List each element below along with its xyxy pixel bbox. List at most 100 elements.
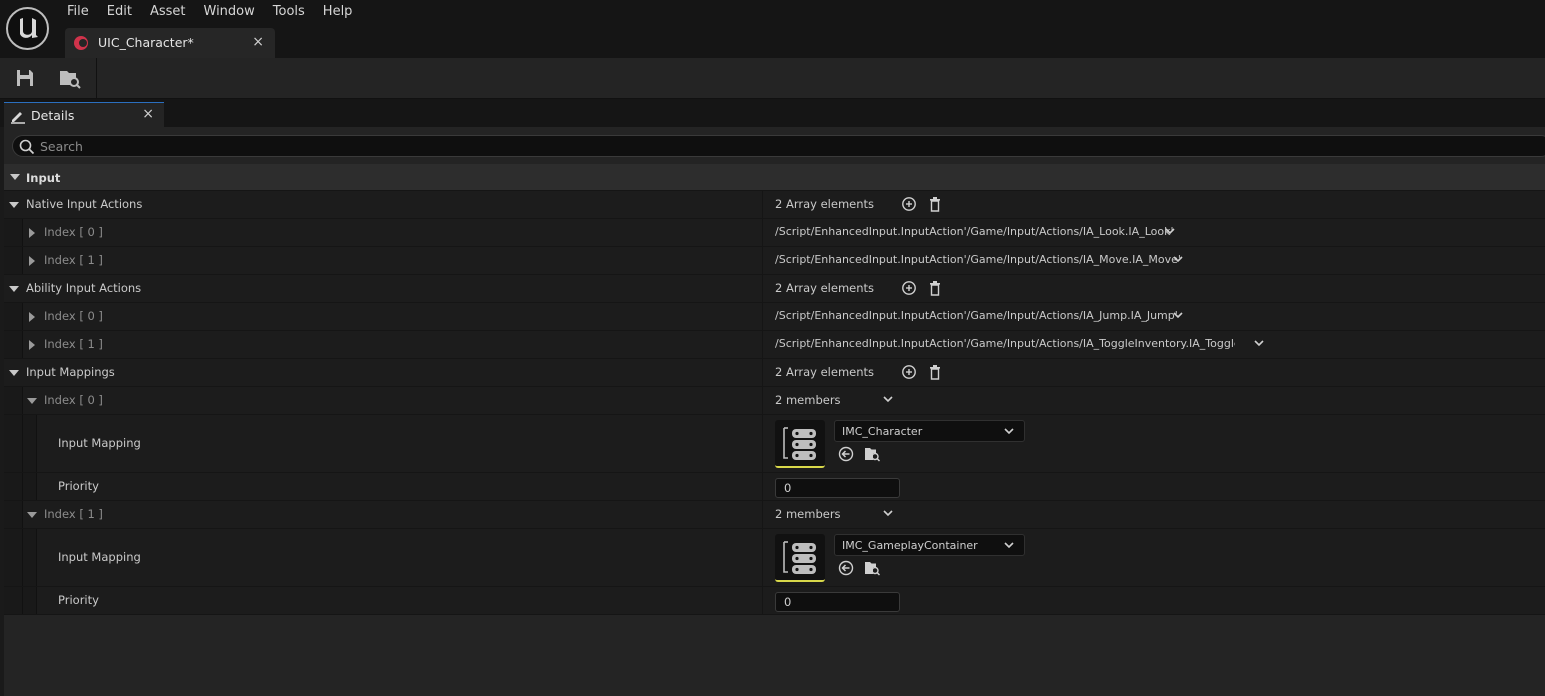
property-label: Priority <box>58 479 99 493</box>
browse-to-asset-icon[interactable] <box>864 560 880 576</box>
struct-members-count: 2 members <box>775 393 841 407</box>
expand-arrow-icon[interactable] <box>27 398 37 404</box>
property-list: Input Native Input Actions 2 Array eleme… <box>4 164 1545 615</box>
details-tab-bar: Details × <box>0 99 1545 127</box>
priority-row: Priority 0 <box>4 587 1545 615</box>
close-icon[interactable]: × <box>142 106 154 122</box>
browse-to-asset-icon[interactable] <box>864 446 880 462</box>
category-label: Input <box>26 171 61 185</box>
unreal-logo-icon[interactable] <box>6 7 49 50</box>
use-selected-icon[interactable] <box>838 446 854 462</box>
category-input[interactable]: Input <box>4 164 1545 191</box>
menu-edit[interactable]: Edit <box>98 0 141 24</box>
chevron-down-icon[interactable] <box>1254 339 1264 347</box>
property-input-mappings: Input Mappings 2 Array elements <box>4 359 1545 387</box>
delete-all-icon[interactable] <box>927 196 943 212</box>
input-action-path: /Script/EnhancedInput.InputAction'/Game/… <box>775 309 1178 322</box>
property-native-input-actions: Native Input Actions 2 Array elements <box>4 191 1545 219</box>
array-index-label: Index [ 0 ] <box>44 393 103 407</box>
input-action-path: /Script/EnhancedInput.InputAction'/Game/… <box>775 337 1235 350</box>
pencil-icon <box>11 112 25 124</box>
property-label: Input Mapping <box>58 550 141 564</box>
delete-all-icon[interactable] <box>927 364 943 380</box>
input-mapping-context-icon <box>783 427 816 460</box>
array-index-label: Index [ 0 ] <box>44 225 103 239</box>
expand-arrow-icon[interactable] <box>9 202 19 208</box>
priority-row: Priority 0 <box>4 473 1545 501</box>
asset-picker-combo[interactable]: IMC_Character <box>834 420 1025 442</box>
chevron-down-icon <box>1004 542 1014 549</box>
property-label: Native Input Actions <box>26 197 143 211</box>
property-label: Input Mapping <box>58 436 141 450</box>
tab-details[interactable]: Details × <box>4 102 164 127</box>
add-element-icon[interactable] <box>901 280 917 296</box>
array-count: 2 Array elements <box>775 365 875 379</box>
asset-picker-value: IMC_GameplayContainer <box>842 539 978 552</box>
details-tab-label: Details <box>31 108 75 123</box>
expand-arrow-icon[interactable] <box>29 256 35 266</box>
expand-arrow-icon[interactable] <box>29 340 35 350</box>
asset-picker-value: IMC_Character <box>842 425 923 438</box>
add-element-icon[interactable] <box>901 364 917 380</box>
menu-tools[interactable]: Tools <box>264 0 314 24</box>
document-tab-label: UIC_Character* <box>98 35 194 50</box>
asset-type-icon <box>74 36 88 50</box>
search-icon <box>19 139 35 155</box>
menu-window[interactable]: Window <box>195 0 264 24</box>
add-element-icon[interactable] <box>901 196 917 212</box>
use-selected-icon[interactable] <box>838 560 854 576</box>
array-element-row: Index [ 0 ] /Script/EnhancedInput.InputA… <box>4 219 1545 247</box>
browse-asset-icon[interactable] <box>58 67 82 91</box>
expand-arrow-icon[interactable] <box>10 174 20 180</box>
toolbar <box>0 58 1545 99</box>
array-count: 2 Array elements <box>775 197 875 211</box>
array-count: 2 Array elements <box>775 281 875 295</box>
asset-thumbnail[interactable] <box>775 534 825 582</box>
array-element-row: Index [ 0 ] 2 members <box>4 387 1545 415</box>
array-index-label: Index [ 0 ] <box>44 309 103 323</box>
input-mapping-row: Input Mapping IMC_GameplayContainer <box>4 529 1545 587</box>
chevron-down-icon[interactable] <box>883 509 893 517</box>
save-icon[interactable] <box>14 67 38 91</box>
array-index-label: Index [ 1 ] <box>44 507 103 521</box>
input-mapping-row: Input Mapping IMC_Character <box>4 415 1545 473</box>
document-tab[interactable]: UIC_Character* × <box>65 28 275 58</box>
expand-arrow-icon[interactable] <box>9 370 19 376</box>
expand-arrow-icon[interactable] <box>9 286 19 292</box>
array-element-row: Index [ 1 ] /Script/EnhancedInput.InputA… <box>4 247 1545 275</box>
array-element-row: Index [ 1 ] /Script/EnhancedInput.InputA… <box>4 331 1545 359</box>
chevron-down-icon[interactable] <box>1173 311 1183 319</box>
close-icon[interactable]: × <box>252 34 264 50</box>
array-index-label: Index [ 1 ] <box>44 337 103 351</box>
asset-picker-combo[interactable]: IMC_GameplayContainer <box>834 534 1025 556</box>
property-label: Ability Input Actions <box>26 281 142 295</box>
menu-bar: File Edit Asset Window Tools Help <box>58 0 361 24</box>
priority-input[interactable]: 0 <box>775 592 900 612</box>
menu-help[interactable]: Help <box>314 0 362 24</box>
expand-arrow-icon[interactable] <box>29 228 35 238</box>
delete-all-icon[interactable] <box>927 280 943 296</box>
array-element-row: Index [ 1 ] 2 members <box>4 501 1545 529</box>
title-bar: File Edit Asset Window Tools Help UIC_Ch… <box>0 0 1545 58</box>
menu-asset[interactable]: Asset <box>141 0 195 24</box>
expand-arrow-icon[interactable] <box>27 512 37 518</box>
asset-thumbnail[interactable] <box>775 420 825 468</box>
property-label: Input Mappings <box>26 365 115 379</box>
struct-members-count: 2 members <box>775 507 841 521</box>
priority-input[interactable]: 0 <box>775 478 900 498</box>
input-mapping-context-icon <box>783 541 816 574</box>
chevron-down-icon[interactable] <box>1165 227 1175 235</box>
array-index-label: Index [ 1 ] <box>44 253 103 267</box>
property-ability-input-actions: Ability Input Actions 2 Array elements <box>4 275 1545 303</box>
search-box[interactable] <box>12 135 1545 157</box>
toolbar-separator <box>96 58 97 98</box>
menu-file[interactable]: File <box>58 0 98 24</box>
array-element-row: Index [ 0 ] /Script/EnhancedInput.InputA… <box>4 303 1545 331</box>
expand-arrow-icon[interactable] <box>29 312 35 322</box>
input-action-path: /Script/EnhancedInput.InputAction'/Game/… <box>775 253 1181 266</box>
search-input[interactable] <box>40 137 1440 155</box>
chevron-down-icon <box>1004 428 1014 435</box>
chevron-down-icon[interactable] <box>1173 255 1183 263</box>
property-label: Priority <box>58 593 99 607</box>
chevron-down-icon[interactable] <box>883 395 893 403</box>
